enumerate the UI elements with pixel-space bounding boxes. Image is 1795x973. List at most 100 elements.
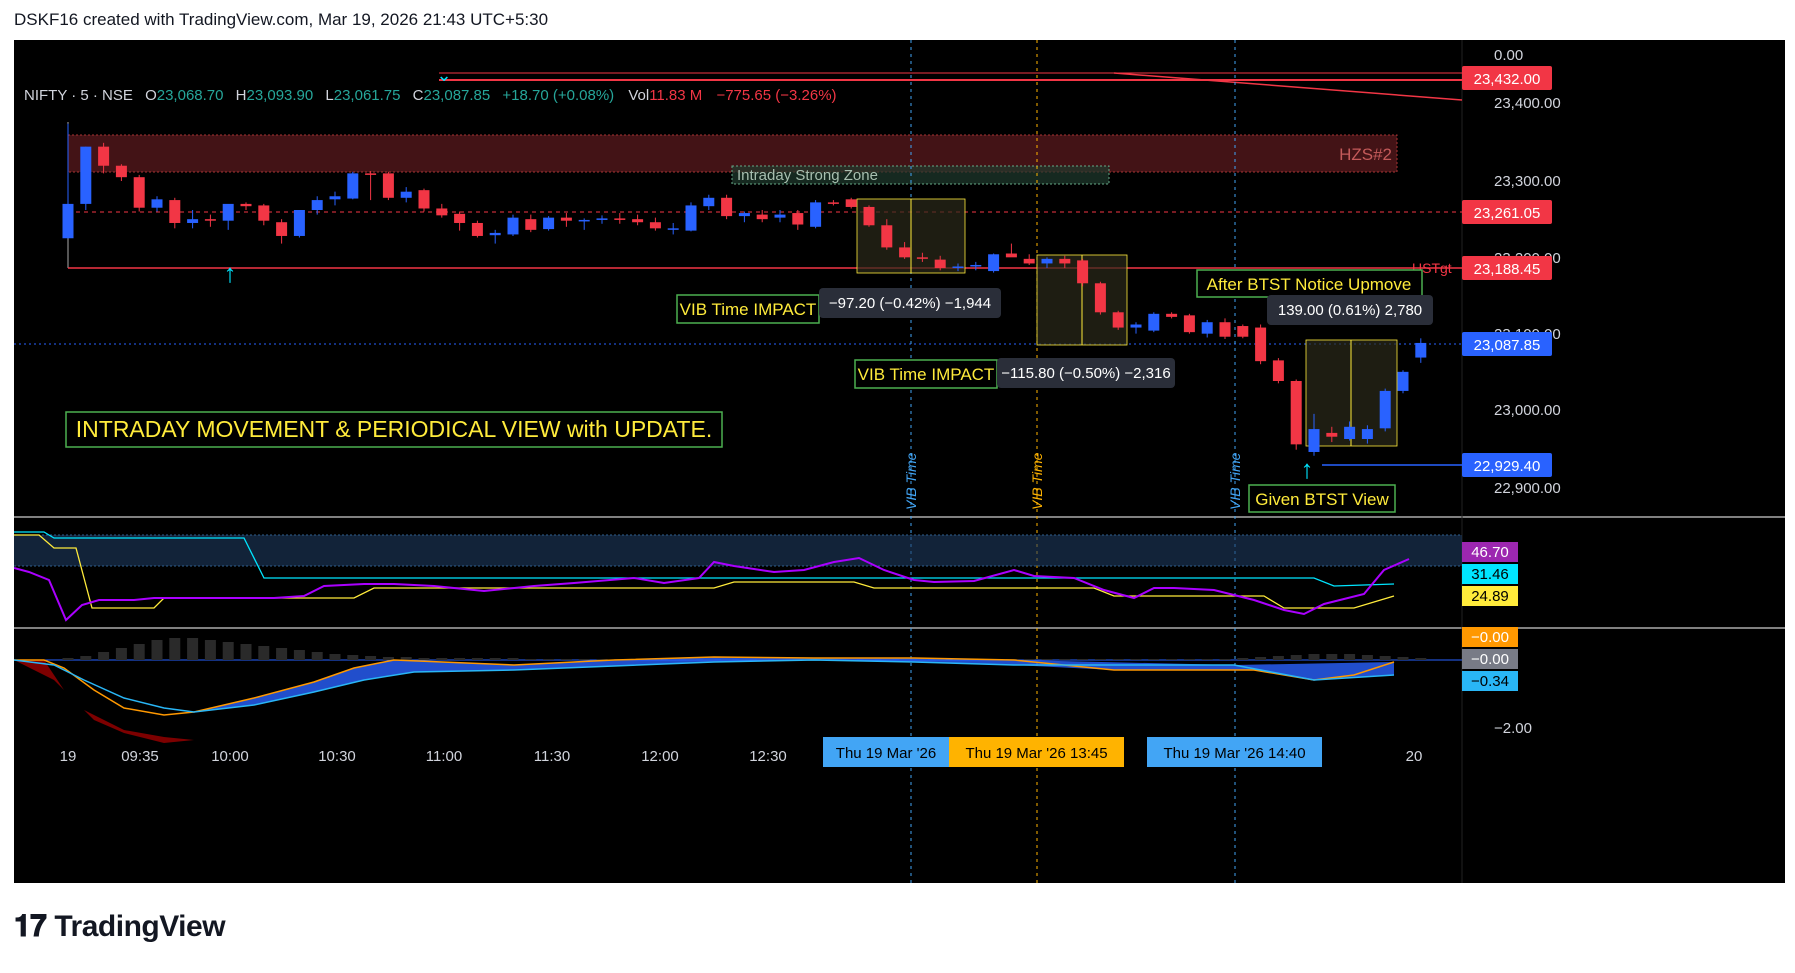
trading-chart[interactable]: HZS#2 Intraday Strong Zone ⌄ USTgt VIB T… [14, 40, 1785, 883]
candle-body[interactable] [614, 218, 626, 220]
candle-body[interactable] [1130, 324, 1142, 328]
candle-body[interactable] [756, 214, 768, 220]
price-tick-label: 22,900.00 [1494, 480, 1561, 497]
candle-body[interactable] [1308, 429, 1320, 452]
candle-body[interactable] [151, 199, 163, 208]
price-tick-label: 0.00 [1494, 47, 1523, 64]
candle-body[interactable] [881, 225, 893, 248]
macd-badge-label: −0.00 [1471, 629, 1509, 646]
time-tick-label: 11:00 [426, 748, 462, 765]
candle-body[interactable] [810, 202, 822, 227]
candle-body[interactable] [258, 205, 270, 221]
candle-body[interactable] [899, 247, 911, 258]
candle-body[interactable] [970, 264, 982, 267]
candle-body[interactable] [1094, 283, 1106, 313]
candle-body[interactable] [1379, 390, 1391, 429]
candle-body[interactable] [418, 190, 430, 209]
vib-measure-1-label: −97.20 (−0.42%) −1,944 [829, 295, 991, 312]
macd-histogram-bar [222, 642, 234, 660]
candle-body[interactable] [596, 218, 608, 220]
candle-body[interactable] [934, 259, 946, 269]
candle-body[interactable] [721, 197, 733, 217]
candle-body[interactable] [115, 165, 127, 178]
candle-body[interactable] [1397, 371, 1409, 391]
candle-body[interactable] [685, 205, 697, 231]
macd-histogram-bar [471, 658, 483, 660]
candle-body[interactable] [489, 232, 501, 236]
candle-body[interactable] [1237, 326, 1249, 337]
candle-body[interactable] [347, 173, 359, 199]
candle-body[interactable] [1077, 260, 1089, 284]
candle-body[interactable] [1219, 322, 1231, 337]
candle-body[interactable] [1415, 342, 1427, 358]
candle-body[interactable] [382, 173, 394, 198]
down-arrow-marker-icon: ⌄ [436, 65, 451, 85]
candle-body[interactable] [578, 219, 590, 222]
candle-body[interactable] [80, 146, 92, 204]
candle-body[interactable] [774, 214, 786, 218]
candle-body[interactable] [1059, 258, 1071, 264]
macd-histogram-bar [1041, 659, 1053, 660]
candle-body[interactable] [293, 210, 305, 236]
candle-body[interactable] [1201, 322, 1213, 334]
candle-body[interactable] [454, 213, 466, 223]
candle-body[interactable] [329, 196, 341, 200]
candle-body[interactable] [1255, 327, 1267, 362]
candle-body[interactable] [1166, 313, 1178, 317]
candle-body[interactable] [988, 254, 1000, 272]
candle-body[interactable] [952, 266, 964, 269]
candle-body[interactable] [632, 219, 644, 223]
candle-body[interactable] [845, 199, 857, 207]
tradingview-logo[interactable]: 𝟏𝟕 TradingView [14, 910, 226, 944]
candle-body[interactable] [1361, 429, 1373, 440]
given-btst-label: Given BTST View [1255, 490, 1389, 509]
candle-body[interactable] [827, 202, 839, 204]
candle-body[interactable] [738, 213, 750, 217]
candle-body[interactable] [1272, 360, 1284, 381]
candle-body[interactable] [1023, 258, 1035, 264]
vib-time-label-1: VIB Time [903, 452, 919, 510]
candle-body[interactable] [471, 222, 483, 236]
main-title-label: INTRADAY MOVEMENT & PERIODICAL VIEW with… [76, 416, 712, 442]
candle-body[interactable] [1326, 432, 1338, 437]
candle-body[interactable] [1148, 313, 1160, 331]
candle-body[interactable] [649, 222, 661, 229]
macd-histogram-bar [1308, 654, 1320, 660]
candle-body[interactable] [436, 208, 448, 216]
candle-body[interactable] [204, 219, 216, 221]
candle-body[interactable] [98, 146, 110, 166]
macd-badges: −0.00 −0.00 −0.34 [1462, 627, 1518, 691]
candle-body[interactable] [667, 228, 679, 230]
macd-histogram-bar [1183, 659, 1195, 660]
candle-body[interactable] [187, 219, 199, 223]
candle-body[interactable] [240, 203, 252, 207]
candle-body[interactable] [1290, 380, 1302, 445]
candle-body[interactable] [1183, 315, 1195, 333]
candle-body[interactable] [62, 203, 74, 239]
candle-body[interactable] [1005, 253, 1017, 258]
chart-frame[interactable]: HZS#2 Intraday Strong Zone ⌄ USTgt VIB T… [14, 40, 1785, 883]
macd-histogram-bar [258, 646, 270, 660]
candle-body[interactable] [1041, 258, 1053, 264]
candle-body[interactable] [560, 217, 572, 221]
rsi-badge-label: 24.89 [1471, 588, 1509, 605]
candle-body[interactable] [525, 219, 537, 230]
candle-body[interactable] [222, 203, 234, 221]
candle-body[interactable] [863, 206, 875, 226]
candle-body[interactable] [276, 222, 288, 236]
candle-body[interactable] [507, 217, 519, 235]
candle-body[interactable] [133, 177, 145, 208]
candle-body[interactable] [703, 197, 715, 207]
candle-body[interactable] [543, 217, 555, 230]
legend-close: 23,087.85 [424, 87, 491, 104]
candle-body[interactable] [365, 173, 377, 175]
candle-body[interactable] [1112, 312, 1124, 328]
candle-body[interactable] [1344, 426, 1356, 440]
btst-up-arrow-icon: ↑ [1301, 454, 1314, 484]
candle-body[interactable] [400, 191, 412, 198]
candle-body[interactable] [311, 200, 323, 211]
candle-body[interactable] [169, 200, 181, 223]
legend-change: +18.70 (+0.08%) [502, 87, 614, 104]
candle-body[interactable] [916, 257, 928, 259]
candle-body[interactable] [792, 213, 804, 225]
